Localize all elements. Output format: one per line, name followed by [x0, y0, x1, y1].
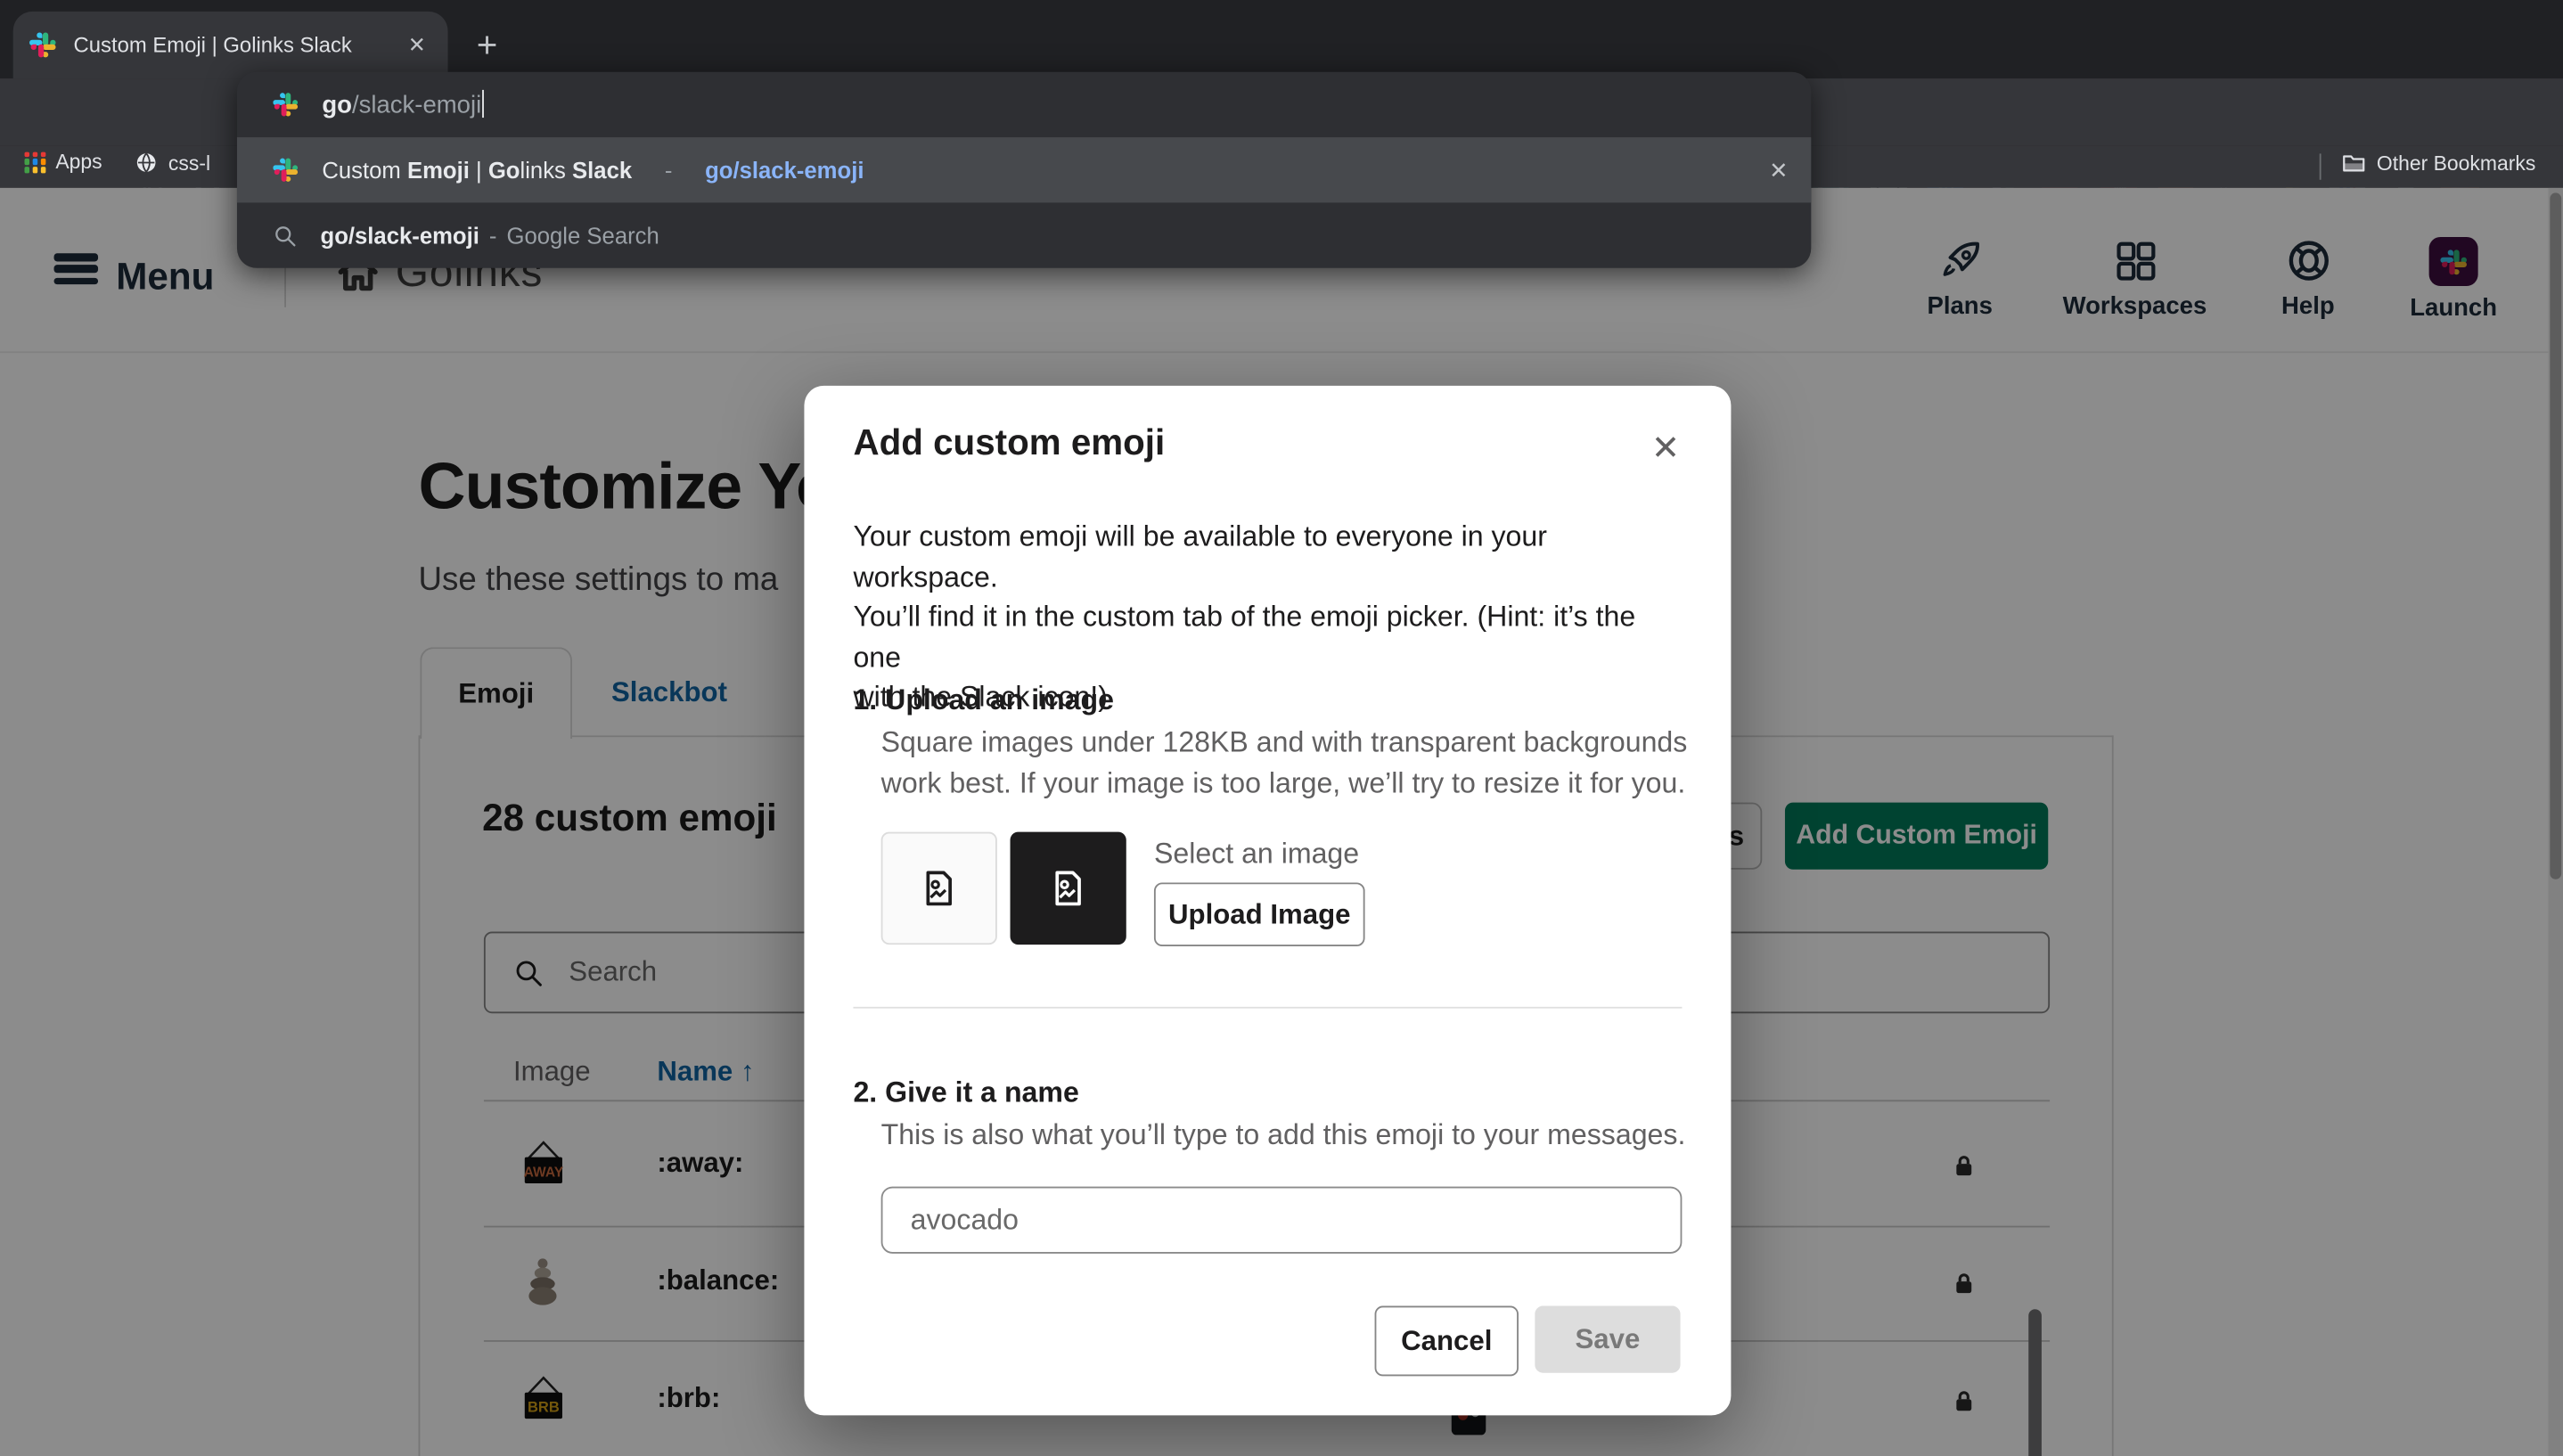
bookmark-label: Apps: [55, 151, 102, 174]
omnibox-edit-row[interactable]: go/slack-emoji: [237, 72, 1811, 137]
folder-icon: [2341, 151, 2367, 176]
step2-description: This is also what you’ll type to add thi…: [881, 1115, 1686, 1155]
image-preview-light: [881, 832, 997, 945]
step1-description: Square images under 128KB and with trans…: [881, 723, 1688, 803]
omnibox-dropdown: go/slack-emoji Custom Emoji | Golinks Sl…: [237, 72, 1811, 268]
suggestion-title: Custom Emoji | Golinks Slack: [322, 157, 632, 183]
bookmark-apps[interactable]: Apps: [25, 151, 102, 174]
step2-section: 2. Give it a name This is also what you’…: [853, 1076, 1685, 1155]
select-image-label: Select an image: [1154, 837, 1359, 871]
image-preview-dark: [1011, 832, 1126, 945]
text-cursor: [481, 89, 483, 117]
search-engine-label: Google Search: [506, 222, 659, 248]
other-bookmarks[interactable]: Other Bookmarks: [2341, 151, 2536, 176]
browser-tab[interactable]: Custom Emoji | Golinks Slack ✕: [13, 12, 448, 78]
modal-divider: [853, 1007, 1682, 1009]
image-file-icon: [1046, 866, 1091, 911]
suggestion-url: go/slack-emoji: [705, 157, 864, 183]
save-button[interactable]: Save: [1535, 1306, 1680, 1373]
emoji-name-input[interactable]: [881, 1187, 1683, 1254]
new-tab-button[interactable]: +: [464, 23, 510, 69]
suggestion-search[interactable]: go/slack-emoji-Google Search: [237, 202, 1811, 267]
globe-icon: [134, 151, 159, 176]
suggestion-primary[interactable]: Custom Emoji | Golinks Slack - go/slack-…: [237, 137, 1811, 202]
step1-heading: 1. Upload an image: [853, 683, 1687, 718]
search-query: go/slack-emoji: [321, 222, 479, 248]
bookmarks-divider: [2320, 153, 2321, 179]
omnibox-typed-text: go: [322, 91, 352, 119]
bookmark-css[interactable]: css-l: [134, 151, 210, 176]
step2-heading: 2. Give it a name: [853, 1076, 1685, 1110]
slack-favicon: [29, 31, 57, 59]
tab-title: Custom Emoji | Golinks Slack: [74, 33, 403, 58]
modal-title: Add custom emoji: [853, 421, 1165, 464]
cancel-button[interactable]: Cancel: [1375, 1306, 1519, 1377]
search-icon: [273, 223, 298, 248]
tab-close-icon[interactable]: ✕: [402, 30, 431, 60]
modal-close-icon[interactable]: ✕: [1646, 429, 1685, 468]
other-bookmarks-label: Other Bookmarks: [2377, 152, 2535, 176]
omnibox-typed-rest: /slack-emoji: [352, 91, 481, 119]
slack-favicon: [273, 92, 299, 118]
browser-window: Custom Emoji | Golinks Slack ✕ + ← → ↻ {…: [0, 0, 2563, 1456]
step1-section: 1. Upload an image Square images under 1…: [853, 683, 1687, 803]
slack-favicon: [273, 157, 299, 183]
add-custom-emoji-modal: Add custom emoji ✕ Your custom emoji wil…: [804, 386, 1731, 1416]
apps-grid-icon: [25, 151, 46, 173]
suggestion-remove-icon[interactable]: ✕: [1769, 156, 1789, 184]
tab-strip: Custom Emoji | Golinks Slack ✕ +: [0, 0, 2563, 78]
suggestion-separator: -: [665, 157, 673, 183]
bookmark-label: css-l: [168, 151, 210, 175]
image-file-icon: [917, 866, 962, 911]
upload-image-button[interactable]: Upload Image: [1154, 882, 1365, 946]
